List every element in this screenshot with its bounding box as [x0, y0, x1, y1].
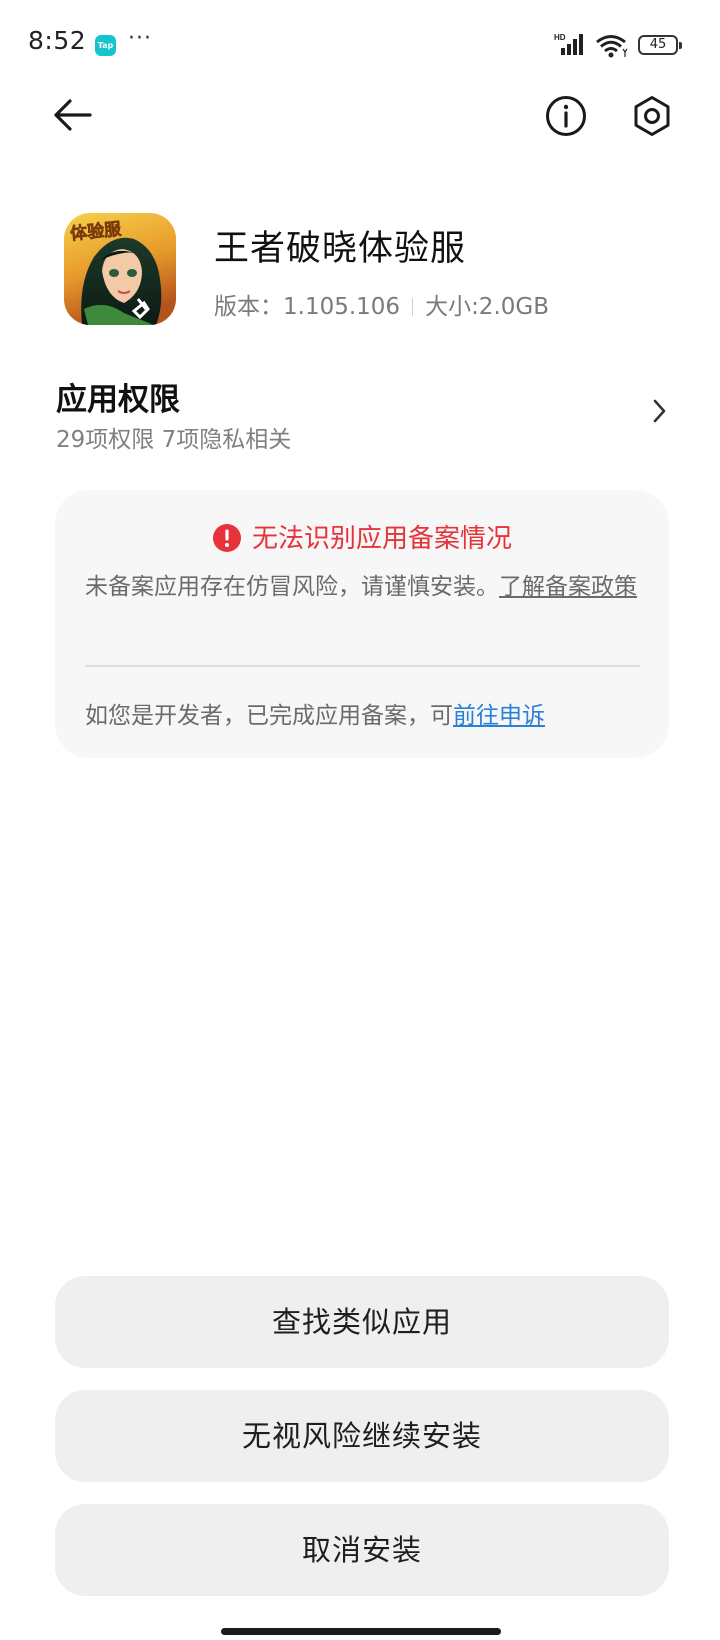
warning-title: 无法识别应用备案情况 — [55, 518, 669, 555]
battery-icon: 45 — [638, 35, 682, 55]
developer-appeal-text: 如您是开发者，已完成应用备案，可前往申诉 — [85, 696, 545, 730]
app-permissions-row[interactable]: 应用权限 29项权限 7项隐私相关 — [0, 370, 720, 458]
permissions-summary: 29项权限 7项隐私相关 — [56, 427, 292, 453]
more-notifications-icon: ··· — [128, 26, 152, 51]
hexagon-settings-icon — [634, 96, 670, 136]
alert-circle-icon — [212, 524, 241, 552]
arrow-left-icon — [54, 99, 92, 131]
battery-level: 45 — [649, 37, 667, 52]
app-name: 王者破晓体验服 — [214, 229, 467, 269]
meta-separator — [412, 298, 414, 316]
app-size: 大小:2.0GB — [425, 294, 549, 320]
app-meta: 版本：1.105.106 大小:2.0GB — [214, 287, 549, 321]
warning-title-text: 无法识别应用备案情况 — [251, 524, 512, 554]
signal-icon: HD — [554, 33, 583, 55]
app-icon-badge: 体验服 — [69, 219, 123, 245]
filing-warning-card: 无法识别应用备案情况 未备案应用存在仿冒风险，请谨慎安装。了解备案政策 如您是开… — [55, 490, 669, 758]
cancel-install-button[interactable]: 取消安装 — [55, 1504, 669, 1596]
status-time: 8:52 — [28, 26, 87, 55]
status-bar: 8:52 Tap ··· HD 45 — [0, 0, 720, 92]
settings-button[interactable] — [630, 94, 674, 138]
warning-body: 未备案应用存在仿冒风险，请谨慎安装。了解备案政策 — [85, 570, 645, 604]
divider — [85, 665, 640, 667]
developer-appeal-prefix: 如您是开发者，已完成应用备案，可 — [85, 703, 453, 729]
home-indicator[interactable] — [221, 1628, 501, 1635]
chevron-right-icon — [653, 399, 666, 423]
tap-notification-icon: Tap — [95, 35, 116, 56]
wifi-icon — [596, 35, 628, 58]
info-button[interactable] — [544, 94, 588, 138]
filing-policy-link[interactable]: 了解备案政策 — [499, 574, 637, 600]
ignore-risk-install-button[interactable]: 无视风险继续安装 — [55, 1390, 669, 1482]
warning-body-text: 未备案应用存在仿冒风险，请谨慎安装。 — [85, 574, 499, 600]
find-similar-apps-button[interactable]: 查找类似应用 — [55, 1276, 669, 1368]
back-button[interactable] — [48, 90, 98, 140]
appeal-link[interactable]: 前往申诉 — [453, 703, 545, 729]
app-icon: 体验服 — [64, 213, 176, 325]
info-icon — [546, 96, 586, 136]
permissions-title: 应用权限 — [56, 382, 180, 418]
app-version: 版本：1.105.106 — [214, 294, 401, 320]
network-label: HD — [554, 33, 566, 42]
